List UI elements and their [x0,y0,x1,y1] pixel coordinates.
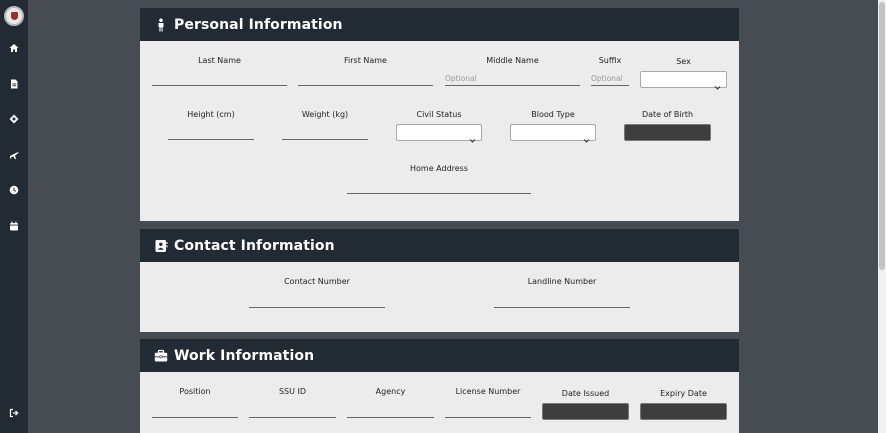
middle-name-label: Middle Name [486,56,539,65]
suffix-input[interactable] [591,72,629,86]
contact-information-title: Contact Information [174,237,335,254]
personal-information-card: Personal Information Last Name First Nam… [140,8,739,221]
ssu-id-input[interactable] [249,404,336,418]
ssu-id-label: SSU ID [278,387,307,396]
scrollbar-thumb[interactable] [879,2,885,270]
landline-number-input[interactable] [494,294,630,308]
calendar-icon[interactable] [9,221,19,231]
position-label: Position [179,387,211,396]
work-information-card: Work Information Position SSU ID Agency … [140,339,739,433]
civil-status-field: Civil Status [396,110,482,143]
work-information-body: Position SSU ID Agency License Number Da… [140,372,739,433]
weight-field: Weight (kg) [282,110,368,140]
expiry-date-label: Expiry Date [660,389,707,398]
date-of-birth-field: Date of Birth [624,110,711,141]
home-address-input[interactable] [347,180,531,194]
agency-field: Agency [347,387,434,418]
blood-type-select[interactable] [510,124,596,143]
diamond-pin-icon[interactable] [9,114,19,124]
contact-number-field: Contact Number [249,277,385,308]
first-name-field: First Name [298,56,433,86]
date-of-birth-label: Date of Birth [641,110,694,119]
civil-status-select[interactable] [396,124,482,143]
blood-type-label: Blood Type [531,110,575,119]
sex-label: Sex [676,57,691,66]
plane-icon[interactable] [9,150,19,160]
license-number-label: License Number [455,387,521,396]
middle-name-field: Middle Name [445,56,580,86]
height-input[interactable] [168,126,254,140]
chevron-down-icon [714,76,721,90]
briefcase-icon [154,349,168,363]
suffix-field: Suffix [591,56,629,86]
height-field: Height (cm) [168,110,254,140]
license-number-field: License Number [445,387,531,418]
ssu-id-field: SSU ID [249,387,336,418]
person-icon [154,18,168,32]
contact-information-body: Contact Number Landline Number [140,262,739,332]
logout-icon[interactable] [9,408,19,418]
agency-label: Agency [375,387,406,396]
personal-information-header: Personal Information [140,8,739,41]
civil-status-label: Civil Status [416,110,462,119]
date-issued-input[interactable] [542,403,629,420]
position-input[interactable] [152,404,238,418]
weight-label: Weight (kg) [301,110,349,119]
sidebar [0,0,28,433]
suffix-label: Suffix [598,56,622,65]
last-name-input[interactable] [152,72,287,86]
first-name-input[interactable] [298,72,433,86]
position-field: Position [152,387,238,418]
home-address-label: Home Address [409,164,469,173]
personal-information-body: Last Name First Name Middle Name Suffix … [140,41,739,221]
page-title: Personal Information [174,16,343,33]
sex-field: Sex [640,57,727,90]
expiry-date-input[interactable] [640,403,727,420]
document-icon[interactable] [9,79,19,89]
date-issued-field: Date Issued [542,389,629,420]
height-label: Height (cm) [187,110,235,119]
landline-number-field: Landline Number [494,277,630,308]
contact-information-card: Contact Information Contact Number Landl… [140,229,739,332]
agency-input[interactable] [347,404,434,418]
home-icon[interactable] [9,43,19,53]
contact-number-input[interactable] [249,294,385,308]
last-name-label: Last Name [198,56,241,65]
landline-number-label: Landline Number [527,277,597,286]
clock-icon[interactable] [9,185,19,195]
weight-input[interactable] [282,126,368,140]
seal-logo[interactable] [4,6,24,26]
middle-name-input[interactable] [445,72,580,86]
last-name-field: Last Name [152,56,287,86]
contact-book-icon [154,239,168,253]
work-information-header: Work Information [140,339,739,372]
date-issued-label: Date Issued [561,389,610,398]
home-address-field: Home Address [347,164,531,194]
date-of-birth-input[interactable] [624,124,711,141]
first-name-label: First Name [344,56,387,65]
chevron-down-icon [583,129,590,143]
page-scrollbar[interactable] [878,0,886,433]
sex-select[interactable] [640,71,727,90]
work-information-title: Work Information [174,347,315,364]
chevron-down-icon [469,129,476,143]
expiry-date-field: Expiry Date [640,389,727,420]
contact-information-header: Contact Information [140,229,739,262]
blood-type-field: Blood Type [510,110,596,143]
license-number-input[interactable] [445,404,531,418]
contact-number-label: Contact Number [284,277,350,286]
